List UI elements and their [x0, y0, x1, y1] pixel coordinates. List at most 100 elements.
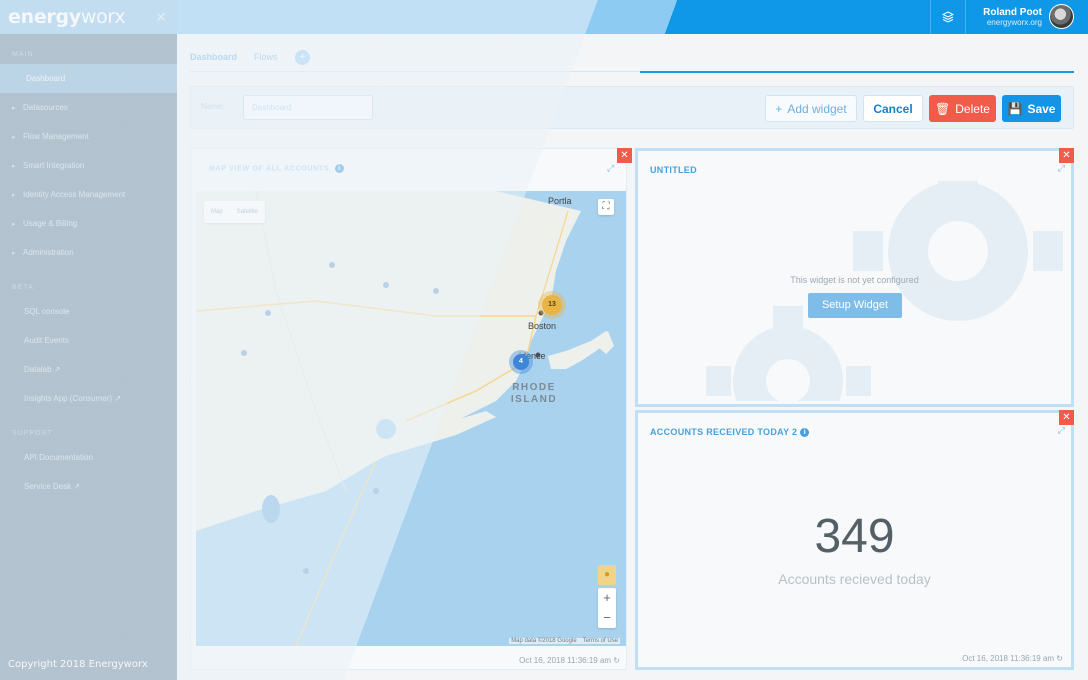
add-tab-icon[interactable]: +: [295, 50, 310, 65]
cluster-marker[interactable]: 4: [513, 354, 529, 370]
nav-section-main: MAIN: [12, 51, 34, 58]
sidebar-item-datalab[interactable]: Datalab ↗: [0, 355, 177, 384]
info-icon[interactable]: i: [334, 164, 344, 173]
save-label: Save: [1027, 101, 1056, 116]
sidebar-item-datasources[interactable]: ▸ Datasources: [0, 93, 177, 122]
add-widget-label: Add widget: [787, 101, 847, 116]
name-label: Name:: [201, 102, 225, 111]
sidebar-item-flow-management[interactable]: ▸ Flow Management: [0, 122, 177, 151]
user-org: energyworx.org: [986, 18, 1042, 27]
sidebar-item-label: API Documentation: [24, 453, 93, 462]
tab-underline: [640, 71, 1074, 73]
caret-right-icon: ▸: [12, 249, 16, 257]
untitled-widget: UNTITLED This widget is not yet configur…: [635, 148, 1074, 407]
timestamp-text: Oct 16, 2018 11:36:19 am: [519, 656, 612, 665]
map-type-toggle: Map Satellite: [204, 201, 266, 223]
sidebar: energyworx ✕ MAIN Dashboard ▸ Datasources…: [0, 0, 177, 680]
nav-section-beta: BETA: [12, 284, 34, 291]
accounts-widget-timestamp: Oct 16, 2018 11:36:19 am ↻: [962, 654, 1063, 663]
caret-right-icon: ▸: [12, 104, 16, 112]
accounts-widget-title: ACCOUNTS RECEIVED TODAY 2i: [650, 427, 810, 438]
sidebar-item-label: Dashboard: [26, 74, 66, 83]
cancel-label: Cancel: [873, 101, 913, 116]
caret-right-icon: ▸: [12, 220, 16, 228]
sidebar-collapse-icon[interactable]: ✕: [148, 4, 174, 30]
tab-dashboard[interactable]: Dashboard: [190, 52, 237, 62]
brand-bar: energyworx ✕: [0, 0, 177, 34]
close-icon[interactable]: ✕: [1059, 148, 1074, 163]
refresh-icon[interactable]: ↻: [613, 656, 620, 665]
sidebar-item-identity-access[interactable]: ▸ Identity Access Management: [0, 180, 177, 209]
sidebar-item-smart-integration[interactable]: ▸ Smart Integration: [0, 151, 177, 180]
avatar[interactable]: [1049, 4, 1074, 29]
kpi-value: 349: [814, 510, 895, 563]
edit-toolbar: Name: + Add widget Cancel 🗑 Delete 💾 Save: [190, 86, 1074, 129]
caret-right-icon: ▸: [12, 133, 16, 141]
add-widget-button[interactable]: + Add widget: [765, 95, 857, 122]
untitled-widget-title: UNTITLED: [650, 165, 697, 175]
sidebar-item-administration[interactable]: ▸ Administration: [0, 238, 177, 267]
map-canvas[interactable]: Map Satellite ⛶ Portla Boston idence RHO…: [196, 191, 626, 646]
map-graphic: [196, 191, 626, 646]
fullscreen-icon[interactable]: ⛶: [598, 199, 614, 215]
accounts-widget: ACCOUNTS RECEIVED TODAY 2i 349 Accounts …: [635, 410, 1074, 670]
not-configured-text: This widget is not yet configured: [790, 275, 919, 285]
layers-icon[interactable]: [930, 0, 966, 34]
sidebar-item-sql-console[interactable]: SQL console: [0, 297, 177, 326]
copyright-text: Copyright 2018 Energyworx: [8, 659, 148, 670]
state-rhode-island: RHODE ISLAND: [510, 382, 558, 405]
map-attribution-text: Map data ©2018 Google: [511, 638, 577, 644]
sidebar-item-label: Service Desk: [24, 482, 72, 491]
zoom-control: + −: [598, 588, 616, 628]
user-menu[interactable]: Roland Poot energyworx.org: [983, 7, 1042, 28]
sidebar-item-dashboard[interactable]: Dashboard: [0, 64, 177, 93]
caret-right-icon: ▸: [12, 191, 16, 199]
cancel-button[interactable]: Cancel: [863, 95, 923, 122]
cluster-marker[interactable]: 13: [542, 295, 562, 315]
close-icon[interactable]: ✕: [617, 148, 632, 163]
resize-icon[interactable]: ⤢: [1058, 163, 1065, 174]
sidebar-item-label: Usage & Billing: [23, 219, 78, 228]
delete-label: Delete: [955, 101, 990, 116]
map-widget-timestamp: Oct 16, 2018 11:36:19 am ↻: [519, 656, 620, 665]
brand-logo[interactable]: energyworx: [8, 6, 126, 28]
zoom-in-button[interactable]: +: [598, 588, 616, 608]
sidebar-item-label: Flow Management: [23, 132, 89, 141]
dashboard-name-input[interactable]: [243, 95, 373, 120]
map-widget-title-text: MAP VIEW OF ALL ACCOUNTS: [209, 165, 330, 173]
map-type-map[interactable]: Map: [204, 201, 230, 223]
sidebar-item-label: Audit Events: [24, 336, 69, 345]
city-boston: Boston: [528, 321, 557, 331]
plus-icon: +: [775, 101, 783, 116]
resize-icon[interactable]: ⤢: [1058, 425, 1065, 436]
close-icon[interactable]: ✕: [1059, 410, 1074, 425]
map-widget-title: MAP VIEW OF ALL ACCOUNTS i: [209, 164, 344, 173]
kpi-caption: Accounts recieved today: [778, 571, 931, 587]
trash-icon: 🗑: [935, 101, 951, 116]
map-terms-link[interactable]: Terms of Use: [583, 638, 618, 644]
top-bar: Roland Poot energyworx.org: [177, 0, 1088, 34]
sidebar-item-insights-app[interactable]: Insights App (Consumer) ↗: [0, 384, 177, 413]
sidebar-item-audit-events[interactable]: Audit Events: [0, 326, 177, 355]
refresh-icon[interactable]: ↻: [1056, 654, 1063, 663]
sidebar-item-label: Identity Access Management: [23, 190, 126, 199]
map-type-satellite[interactable]: Satellite: [230, 201, 265, 223]
accounts-widget-title-text: ACCOUNTS RECEIVED TODAY 2: [650, 427, 798, 437]
sidebar-item-label: Smart Integration: [23, 161, 85, 170]
zoom-out-button[interactable]: −: [598, 608, 616, 628]
brand-name-bold: energy: [8, 6, 81, 28]
delete-button[interactable]: 🗑 Delete: [929, 95, 996, 122]
sidebar-item-service-desk[interactable]: Service Desk ↗: [0, 472, 177, 501]
gear-watermark-icon: [706, 181, 1063, 401]
dashboard-tabs: Dashboard Flows +: [190, 44, 1074, 73]
street-view-pegman-icon[interactable]: ●: [598, 565, 616, 585]
tab-flows[interactable]: Flows: [254, 52, 278, 62]
sidebar-item-api-docs[interactable]: API Documentation: [0, 443, 177, 472]
timestamp-text: Oct 16, 2018 11:36:19 am: [962, 654, 1055, 663]
save-button[interactable]: 💾 Save: [1002, 95, 1061, 122]
sidebar-item-usage-billing[interactable]: ▸ Usage & Billing: [0, 209, 177, 238]
resize-icon[interactable]: ⤢: [607, 163, 614, 174]
floppy-icon: 💾: [1007, 101, 1023, 116]
info-icon[interactable]: i: [800, 428, 810, 438]
setup-widget-button[interactable]: Setup Widget: [808, 293, 902, 318]
